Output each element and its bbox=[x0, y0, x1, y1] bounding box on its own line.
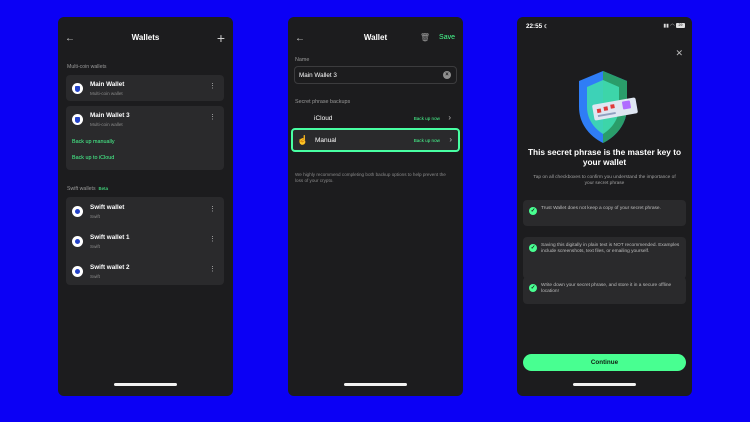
beta-badge: Beta bbox=[98, 186, 108, 191]
backup-icloud-link[interactable]: Back up to iCloud bbox=[72, 155, 114, 161]
page-title: Wallet bbox=[363, 33, 388, 42]
page-subtitle: Tap on all checkboxes to confirm you und… bbox=[533, 175, 676, 187]
wallet-type: Swift bbox=[90, 244, 100, 249]
swift-wallet-row[interactable]: Swift wallet 2 Swift ⋮ bbox=[66, 259, 224, 283]
home-indicator bbox=[573, 383, 636, 386]
backup-now-label: Back up now bbox=[413, 138, 440, 143]
more-options-icon[interactable]: ⋮ bbox=[209, 205, 216, 213]
wallet-name: Swift wallet bbox=[90, 204, 125, 211]
wallet-type: Swift bbox=[90, 214, 100, 219]
wallet-name: Main Wallet 3 bbox=[90, 112, 130, 119]
swift-wallet-icon bbox=[72, 266, 83, 277]
confirm-checkbox-3[interactable]: ✓ Write down your secret phrase, and sto… bbox=[523, 277, 686, 304]
check-text: Write down your secret phrase, and store… bbox=[541, 283, 672, 295]
swift-wallet-row[interactable]: Swift wallet Swift ⋮ bbox=[66, 199, 224, 223]
section-swift: Swift wallets Beta bbox=[67, 186, 108, 192]
hand-pointer-icon: ☝ bbox=[297, 135, 309, 145]
backup-now-label: Back up now bbox=[413, 116, 440, 121]
clear-input-icon[interactable]: × bbox=[443, 71, 451, 79]
backup-name: iCloud bbox=[314, 115, 333, 122]
clock: 22:55 bbox=[526, 23, 543, 30]
close-icon[interactable]: ✕ bbox=[675, 48, 683, 59]
check-circle-icon: ✓ bbox=[529, 284, 537, 292]
secret-phrase-screen: 22:55 ☾ ▮▮ ◠ 29 ✕ This secret phrase is … bbox=[517, 17, 692, 396]
trash-icon[interactable]: 🗑 bbox=[420, 33, 430, 42]
status-time: 22:55 ☾ bbox=[526, 23, 548, 30]
wallet-type: Multi-coin wallet bbox=[90, 91, 123, 96]
backup-note: We highly recommend completing both back… bbox=[295, 172, 446, 183]
header: ← Wallet 🗑 Save bbox=[288, 33, 463, 47]
battery-icon: 29 bbox=[676, 23, 685, 29]
wallet-detail-screen: ← Wallet 🗑 Save Name × Secret phrase bac… bbox=[288, 17, 463, 396]
backups-label: Secret phrase backups bbox=[295, 99, 351, 105]
swift-wallet-icon bbox=[72, 236, 83, 247]
wifi-icon: ◠ bbox=[670, 23, 675, 29]
confirm-checkbox-2[interactable]: ✓ Saving this digitally in plain text is… bbox=[523, 237, 686, 279]
trust-wallet-icon bbox=[72, 114, 83, 125]
page-title: This secret phrase is the master key to … bbox=[527, 147, 682, 168]
name-label: Name bbox=[295, 57, 310, 63]
add-wallet-icon[interactable]: + bbox=[217, 30, 225, 46]
wallet-name: Swift wallet 2 bbox=[90, 264, 130, 271]
wallet-card-main-3[interactable]: Main Wallet 3 Multi-coin wallet ⋮ Back u… bbox=[66, 106, 224, 170]
backup-manually-link[interactable]: Back up manually bbox=[72, 139, 115, 145]
status-icons: ▮▮ ◠ 29 bbox=[663, 23, 685, 29]
trust-wallet-icon bbox=[72, 83, 83, 94]
header: ← Wallets + bbox=[58, 30, 233, 47]
page-title: Wallets bbox=[131, 33, 160, 42]
section-swift-label: Swift wallets bbox=[67, 186, 96, 192]
backup-name: Manual bbox=[315, 137, 337, 144]
section-multi-coin: Multi-coin wallets bbox=[67, 64, 107, 70]
home-indicator bbox=[114, 383, 177, 386]
chevron-right-icon: › bbox=[448, 113, 451, 122]
backup-icloud-row[interactable]: iCloud Back up now › bbox=[294, 109, 457, 129]
wallet-name: Main Wallet bbox=[90, 81, 125, 88]
signal-icon: ▮▮ bbox=[663, 23, 669, 29]
check-text: Trust Wallet does not keep a copy of you… bbox=[541, 206, 661, 211]
backup-manual-row[interactable]: ☝ Manual Back up now › bbox=[291, 128, 460, 152]
more-options-icon[interactable]: ⋮ bbox=[209, 113, 216, 121]
swift-wallets-card: Swift wallet Swift ⋮ Swift wallet 1 Swif… bbox=[66, 197, 224, 285]
wallet-name-field[interactable]: × bbox=[294, 66, 457, 84]
wallet-type: Multi-coin wallet bbox=[90, 122, 123, 127]
continue-button[interactable]: Continue bbox=[523, 354, 686, 371]
chevron-right-icon: › bbox=[449, 135, 452, 144]
check-circle-icon: ✓ bbox=[529, 207, 537, 215]
confirm-checkbox-1[interactable]: ✓ Trust Wallet does not keep a copy of y… bbox=[523, 200, 686, 226]
check-text: Saving this digitally in plain text is N… bbox=[541, 243, 680, 255]
home-indicator bbox=[344, 383, 407, 386]
swift-wallet-icon bbox=[72, 206, 83, 217]
wallet-type: Swift bbox=[90, 274, 100, 279]
wallet-name-input[interactable] bbox=[299, 70, 439, 81]
swift-wallet-row[interactable]: Swift wallet 1 Swift ⋮ bbox=[66, 229, 224, 253]
save-button[interactable]: Save bbox=[439, 34, 455, 41]
wallets-screen: ← Wallets + Multi-coin wallets Main Wall… bbox=[58, 17, 233, 396]
more-options-icon[interactable]: ⋮ bbox=[209, 82, 216, 90]
wallet-name: Swift wallet 1 bbox=[90, 234, 130, 241]
more-options-icon[interactable]: ⋮ bbox=[209, 265, 216, 273]
more-options-icon[interactable]: ⋮ bbox=[209, 235, 216, 243]
wallet-card-main[interactable]: Main Wallet Multi-coin wallet ⋮ bbox=[66, 75, 224, 101]
shield-illustration-icon bbox=[579, 71, 638, 143]
check-circle-icon: ✓ bbox=[529, 244, 537, 252]
moon-icon: ☾ bbox=[543, 24, 549, 30]
